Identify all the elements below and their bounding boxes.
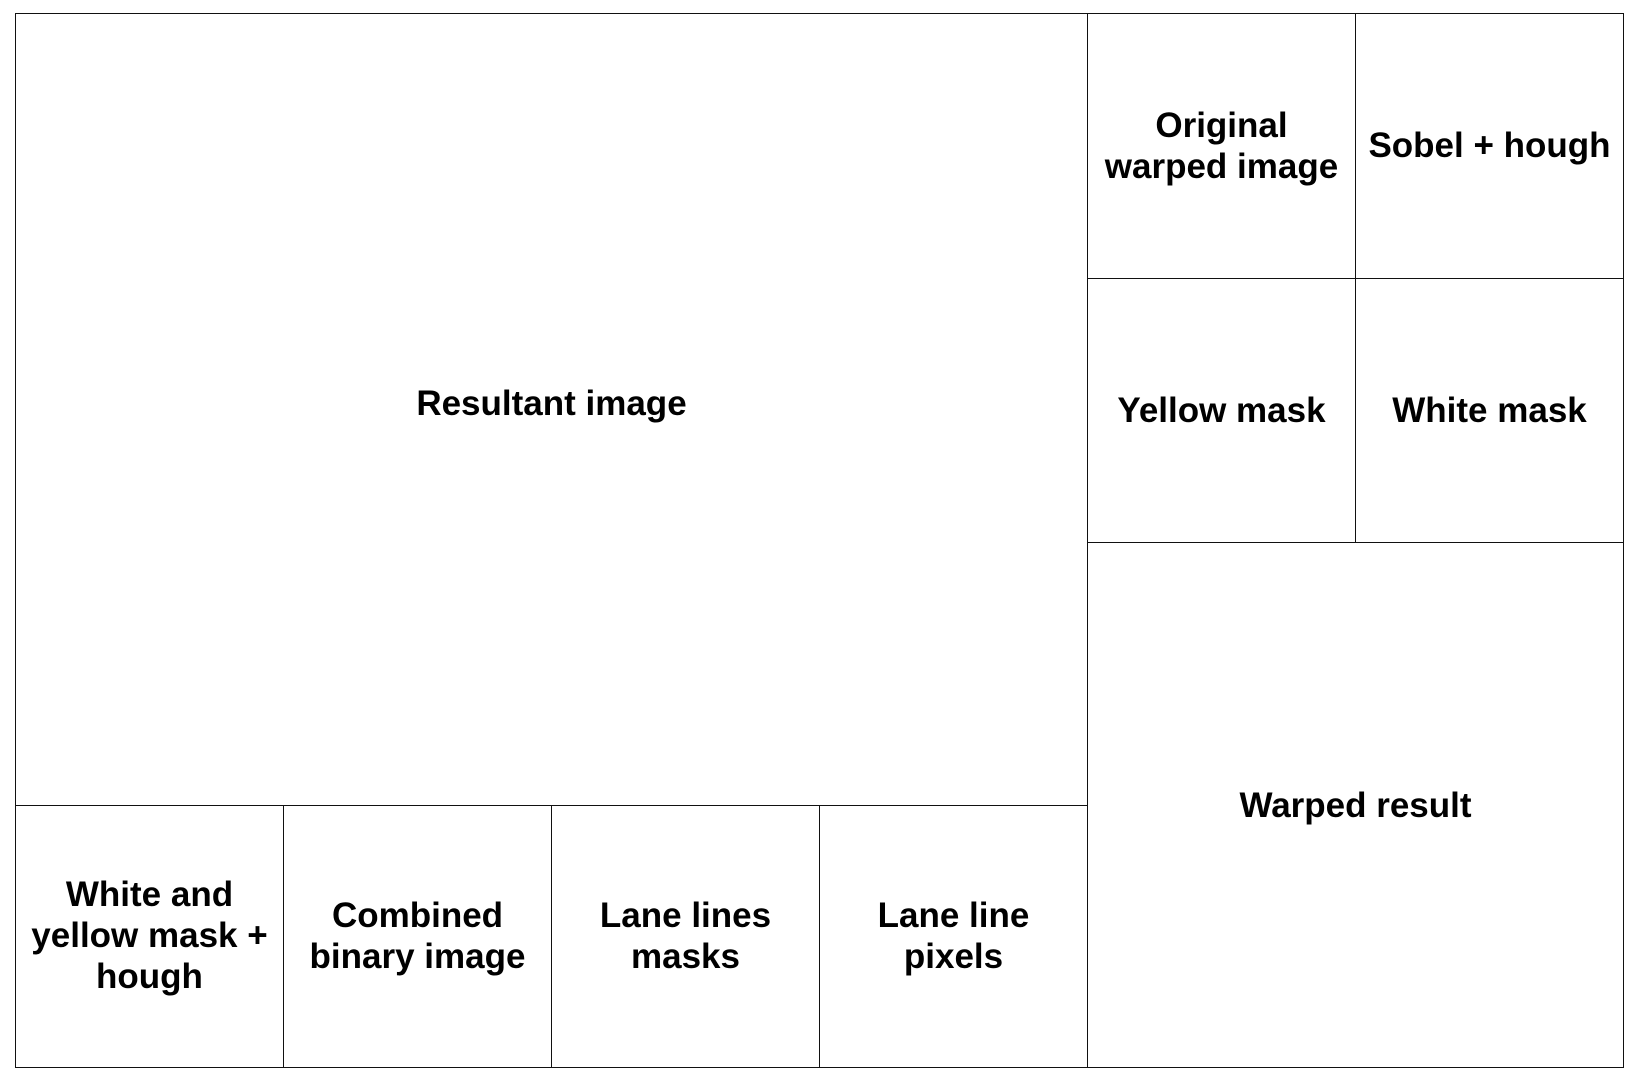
panel-combined-binary-image: Combined binary image (283, 805, 552, 1068)
panel-label: Original warped image (1104, 105, 1339, 186)
panel-resultant-image: Resultant image (15, 13, 1088, 806)
panel-white-mask: White mask (1355, 278, 1624, 543)
panel-sobel-hough: Sobel + hough (1355, 13, 1624, 279)
panel-lane-line-pixels: Lane line pixels (819, 805, 1088, 1068)
panel-label: Combined binary image (309, 895, 526, 976)
panel-original-warped-image: Original warped image (1087, 13, 1356, 279)
layout-diagram: Resultant image Original warped image So… (15, 13, 1624, 1068)
panel-lane-lines-masks: Lane lines masks (551, 805, 820, 1068)
panel-white-yellow-mask-hough: White and yellow mask + hough (15, 805, 284, 1068)
panel-label: Resultant image (416, 384, 687, 423)
panel-label: Lane lines masks (599, 895, 772, 976)
panel-warped-result: Warped result (1087, 542, 1624, 1068)
panel-yellow-mask: Yellow mask (1087, 278, 1356, 543)
panel-label: White mask (1392, 391, 1587, 430)
panel-label: Warped result (1239, 785, 1472, 825)
panel-label: Sobel + hough (1368, 126, 1611, 165)
panel-label: White and yellow mask + hough (31, 875, 268, 996)
panel-label: Lane line pixels (877, 895, 1030, 976)
panel-label: Yellow mask (1117, 391, 1326, 430)
